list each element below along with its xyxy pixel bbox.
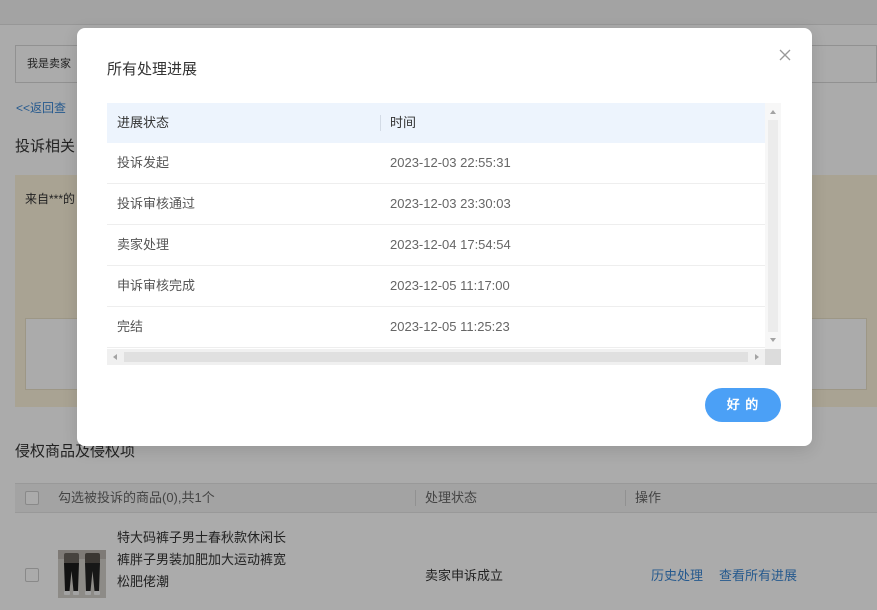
progress-table: 进展状态 时间 投诉发起 2023-12-03 22:55:31 投诉审核通过 …	[107, 103, 781, 365]
scroll-right-arrow-icon[interactable]	[755, 354, 759, 360]
column-header-progress-status: 进展状态	[117, 115, 170, 130]
progress-status-cell: 投诉发起	[117, 155, 170, 170]
column-divider	[380, 115, 381, 131]
scroll-left-arrow-icon[interactable]	[113, 354, 117, 360]
vertical-scrollbar[interactable]	[765, 103, 781, 349]
horizontal-scrollbar-thumb[interactable]	[124, 352, 748, 362]
modal-title: 所有处理进展	[107, 61, 198, 78]
scroll-up-arrow-icon[interactable]	[770, 110, 776, 114]
close-icon[interactable]	[779, 49, 791, 61]
horizontal-scrollbar[interactable]	[107, 349, 765, 365]
scroll-down-arrow-icon[interactable]	[770, 338, 776, 342]
column-header-time: 时间	[390, 115, 417, 130]
progress-table-viewport: 进展状态 时间 投诉发起 2023-12-03 22:55:31 投诉审核通过 …	[107, 103, 765, 349]
progress-time-cell: 2023-12-05 11:25:23	[390, 319, 510, 334]
table-row: 申诉审核完成 2023-12-05 11:17:00	[107, 266, 765, 307]
close-icon-graphic	[779, 49, 791, 61]
progress-time-cell: 2023-12-04 17:54:54	[390, 237, 511, 252]
table-row: 投诉审核通过 2023-12-03 23:30:03	[107, 184, 765, 225]
table-row: 投诉发起 2023-12-03 22:55:31	[107, 143, 765, 184]
progress-table-header: 进展状态 时间	[107, 103, 765, 143]
table-row: 卖家处理 2023-12-04 17:54:54	[107, 225, 765, 266]
progress-time-cell: 2023-12-03 22:55:31	[390, 155, 511, 170]
progress-status-cell: 完结	[117, 319, 144, 334]
progress-status-cell: 投诉审核通过	[117, 196, 196, 211]
progress-time-cell: 2023-12-05 11:17:00	[390, 278, 510, 293]
confirm-button[interactable]: 好 的	[705, 388, 781, 422]
progress-status-cell: 卖家处理	[117, 237, 170, 252]
vertical-scrollbar-thumb[interactable]	[768, 120, 778, 332]
progress-modal: 所有处理进展 进展状态 时间 投诉发起 2023-12-03 22:55:31 …	[77, 28, 812, 446]
progress-time-cell: 2023-12-03 23:30:03	[390, 196, 511, 211]
scrollbar-corner	[765, 349, 781, 365]
progress-status-cell: 申诉审核完成	[117, 278, 196, 293]
table-row: 完结 2023-12-05 11:25:23	[107, 307, 765, 348]
